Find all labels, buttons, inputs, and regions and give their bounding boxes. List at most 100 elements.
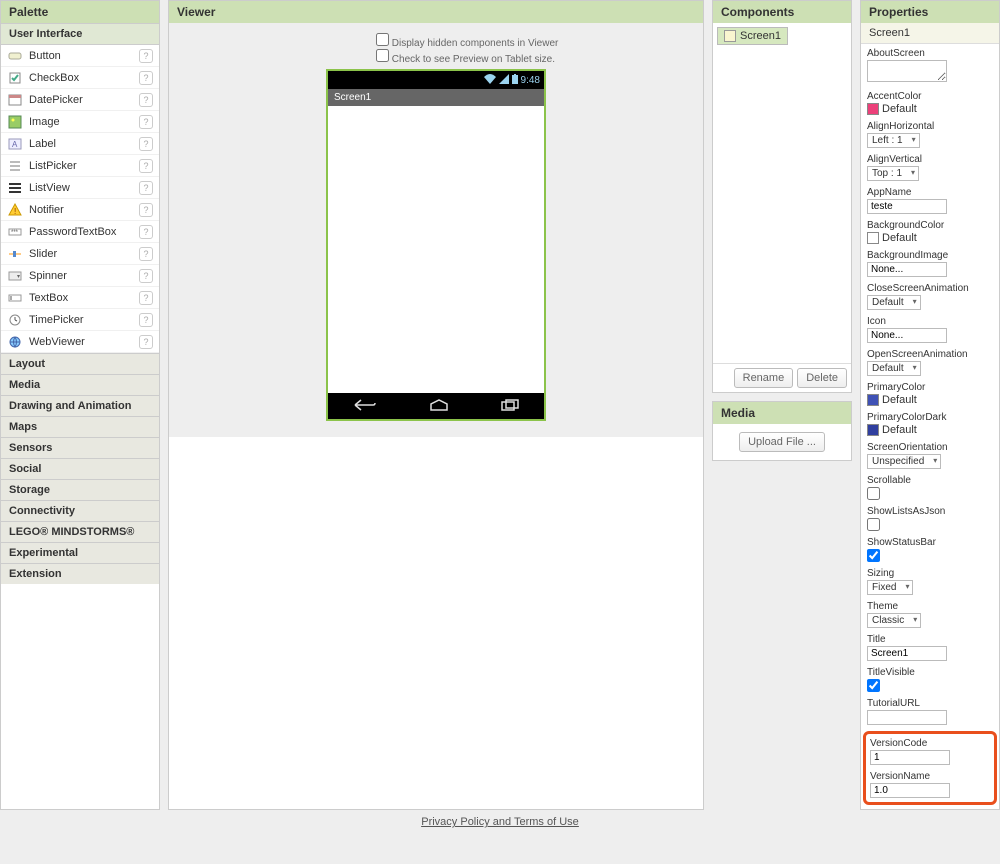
palette-item-slider[interactable]: Slider? xyxy=(1,243,159,265)
palette-item-label: TimePicker xyxy=(29,314,139,326)
palette-category-storage[interactable]: Storage xyxy=(1,479,159,500)
palette-category-maps[interactable]: Maps xyxy=(1,416,159,437)
palette-item-datepicker[interactable]: DatePicker? xyxy=(1,89,159,111)
palette-item-passwordtextbox[interactable]: ***PasswordTextBox? xyxy=(1,221,159,243)
footer-privacy-link[interactable]: Privacy Policy and Terms of Use xyxy=(421,816,579,828)
palette-item-label: ListView xyxy=(29,182,139,194)
palette-category-layout[interactable]: Layout xyxy=(1,353,159,374)
palette-item-label: Label xyxy=(29,138,139,150)
palette-category-social[interactable]: Social xyxy=(1,458,159,479)
checkbox-icon xyxy=(7,70,23,86)
prop-bgimg-input[interactable] xyxy=(867,262,947,277)
help-icon[interactable]: ? xyxy=(139,269,153,283)
phone-status-bar: 9:48 xyxy=(328,71,544,89)
media-panel: Media Upload File ... xyxy=(712,401,852,461)
viewer-opt-tablet[interactable]: Check to see Preview on Tablet size. xyxy=(376,49,606,65)
palette-item-button[interactable]: Button? xyxy=(1,45,159,67)
help-icon[interactable]: ? xyxy=(139,225,153,239)
palette-item-listview[interactable]: ListView? xyxy=(1,177,159,199)
help-icon[interactable]: ? xyxy=(139,291,153,305)
accent-color-swatch[interactable] xyxy=(867,103,879,115)
help-icon[interactable]: ? xyxy=(139,71,153,85)
nav-recent-icon xyxy=(501,399,519,414)
nav-home-icon xyxy=(428,399,450,414)
prop-title-label: Title xyxy=(867,634,993,645)
palette-item-image[interactable]: Image? xyxy=(1,111,159,133)
primary-color-swatch[interactable] xyxy=(867,394,879,406)
prop-tuturl-input[interactable] xyxy=(867,710,947,725)
palette-item-spinner[interactable]: Spinner? xyxy=(1,265,159,287)
viewer-opt-hidden[interactable]: Display hidden components in Viewer xyxy=(376,33,606,49)
help-icon[interactable]: ? xyxy=(139,181,153,195)
prop-appname-input[interactable] xyxy=(867,199,947,214)
help-icon[interactable]: ? xyxy=(139,49,153,63)
prop-openanim-label: OpenScreenAnimation xyxy=(867,349,993,360)
svg-text:!: ! xyxy=(14,207,16,216)
palette-category-sensors[interactable]: Sensors xyxy=(1,437,159,458)
palette-item-listpicker[interactable]: ListPicker? xyxy=(1,155,159,177)
svg-text:***: *** xyxy=(11,230,19,236)
help-icon[interactable]: ? xyxy=(139,137,153,151)
palette-item-notifier[interactable]: !Notifier? xyxy=(1,199,159,221)
prop-alignv-label: AlignVertical xyxy=(867,154,993,165)
help-icon[interactable]: ? xyxy=(139,335,153,349)
label-icon: A xyxy=(7,136,23,152)
viewer-opt-tablet-checkbox[interactable] xyxy=(376,49,389,62)
palette-item-checkbox[interactable]: CheckBox? xyxy=(1,67,159,89)
palette-category-connectivity[interactable]: Connectivity xyxy=(1,500,159,521)
prop-vercode-input[interactable] xyxy=(870,750,950,765)
prop-orient-select[interactable]: Unspecified xyxy=(867,454,941,469)
media-title: Media xyxy=(713,402,851,424)
prop-openanim-select[interactable]: Default xyxy=(867,361,921,376)
phone-screen[interactable] xyxy=(328,106,544,393)
prop-showlists-checkbox[interactable] xyxy=(867,518,880,531)
datepicker-icon xyxy=(7,92,23,108)
palette-item-label: Image xyxy=(29,116,139,128)
prop-title-input[interactable] xyxy=(867,646,947,661)
viewer-opt-hidden-checkbox[interactable] xyxy=(376,33,389,46)
palette-category-extension[interactable]: Extension xyxy=(1,563,159,584)
help-icon[interactable]: ? xyxy=(139,115,153,129)
prop-titlevis-checkbox[interactable] xyxy=(867,679,880,692)
prop-about-input[interactable] xyxy=(867,60,947,82)
prop-showstatus-checkbox[interactable] xyxy=(867,549,880,562)
prop-alignh-select[interactable]: Left : 1 xyxy=(867,133,920,148)
help-icon[interactable]: ? xyxy=(139,159,153,173)
bgcolor-swatch[interactable] xyxy=(867,232,879,244)
help-icon[interactable]: ? xyxy=(139,247,153,261)
component-item-screen1[interactable]: Screen1 xyxy=(717,27,788,45)
palette-category-media[interactable]: Media xyxy=(1,374,159,395)
palette-item-label[interactable]: A Label? xyxy=(1,133,159,155)
delete-button[interactable]: Delete xyxy=(797,368,847,388)
palette-item-timepicker[interactable]: TimePicker? xyxy=(1,309,159,331)
prop-scrollable-checkbox[interactable] xyxy=(867,487,880,500)
prop-alignv-select[interactable]: Top : 1 xyxy=(867,166,919,181)
prop-bgcolor-label: BackgroundColor xyxy=(867,220,993,231)
primarydark-color-swatch[interactable] xyxy=(867,424,879,436)
prop-closeanim-select[interactable]: Default xyxy=(867,295,921,310)
rename-button[interactable]: Rename xyxy=(734,368,794,388)
palette-item-webviewer[interactable]: WebViewer? xyxy=(1,331,159,353)
palette-category-experimental[interactable]: Experimental xyxy=(1,542,159,563)
viewer-title: Viewer xyxy=(169,1,703,23)
palette-category-drawing-and-animation[interactable]: Drawing and Animation xyxy=(1,395,159,416)
help-icon[interactable]: ? xyxy=(139,93,153,107)
prop-icon-input[interactable] xyxy=(867,328,947,343)
properties-component-name: Screen1 xyxy=(861,23,999,44)
palette-category-lego-mindstorms-[interactable]: LEGO® MINDSTORMS® xyxy=(1,521,159,542)
prop-titlevis-label: TitleVisible xyxy=(867,667,993,678)
help-icon[interactable]: ? xyxy=(139,203,153,217)
prop-sizing-select[interactable]: Fixed xyxy=(867,580,913,595)
palette-item-textbox[interactable]: TextBox? xyxy=(1,287,159,309)
prop-theme-select[interactable]: Classic xyxy=(867,613,921,628)
help-icon[interactable]: ? xyxy=(139,313,153,327)
palette-item-label: CheckBox xyxy=(29,72,139,84)
battery-icon xyxy=(512,74,518,87)
upload-file-button[interactable]: Upload File ... xyxy=(739,432,825,452)
prop-vername-input[interactable] xyxy=(870,783,950,798)
phone-preview: 9:48 Screen1 xyxy=(326,69,546,421)
palette-category-ui[interactable]: User Interface xyxy=(1,23,159,45)
prop-sizing-label: Sizing xyxy=(867,568,993,579)
webviewer-icon xyxy=(7,334,23,350)
components-tree: Screen1 xyxy=(713,23,851,363)
